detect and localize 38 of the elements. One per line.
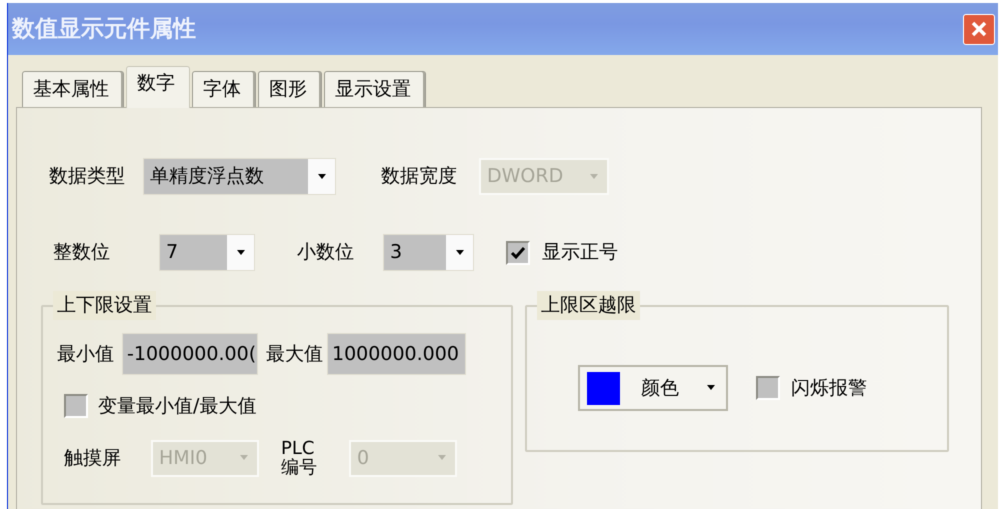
checkbox-label: 闪烁报警	[791, 376, 867, 401]
dropdown-arrow-icon	[238, 455, 248, 462]
color-dropdown[interactable]: 颜色	[578, 365, 728, 411]
group-title: 上下限设置	[53, 291, 156, 320]
checkbox-label: 变量最小值/最大值	[98, 394, 256, 419]
checkbox[interactable]	[64, 394, 88, 418]
tab[interactable]: 数字	[126, 66, 190, 108]
dropdown-arrow-icon	[454, 250, 464, 256]
field-label: 小数位	[297, 240, 354, 266]
dropdown-arrow-icon	[588, 174, 598, 180]
field-label: 数据类型	[49, 164, 125, 190]
checkbox-label: 显示正号	[542, 240, 618, 266]
field-label: 触摸屏	[64, 446, 121, 472]
dropdown-arrow-icon	[236, 250, 246, 256]
dropdown[interactable]: 3	[383, 234, 474, 271]
group-title: 上限区越限	[537, 291, 640, 320]
dropdown-arrow-icon	[706, 385, 716, 391]
dropdown[interactable]: 7	[159, 234, 255, 271]
checkbox[interactable]	[506, 240, 530, 264]
field-label: 最大值	[266, 342, 323, 367]
field-label: PLC 编号	[281, 438, 318, 478]
dropdown-arrow-icon	[316, 174, 326, 180]
checkbox[interactable]	[756, 376, 780, 400]
input-field[interactable]: -1000000.00(	[122, 333, 258, 375]
dropdown[interactable]: 单精度浮点数	[143, 158, 336, 195]
field-label: 数据宽度	[381, 164, 457, 190]
field-label: 整数位	[53, 240, 110, 266]
tab[interactable]: 基本属性	[22, 71, 124, 107]
close-button[interactable]	[963, 14, 995, 44]
tab[interactable]: 显示设置	[324, 71, 426, 107]
field-label: 最小值	[57, 342, 114, 367]
input-field[interactable]: 1000000.000	[327, 333, 466, 375]
tab[interactable]: 字体	[192, 71, 256, 107]
tab[interactable]: 图形	[258, 71, 322, 107]
check-icon	[510, 246, 526, 260]
window-title: 数值显示元件属性	[12, 14, 196, 44]
close-icon	[970, 20, 988, 38]
dropdown-arrow-icon	[436, 455, 446, 462]
